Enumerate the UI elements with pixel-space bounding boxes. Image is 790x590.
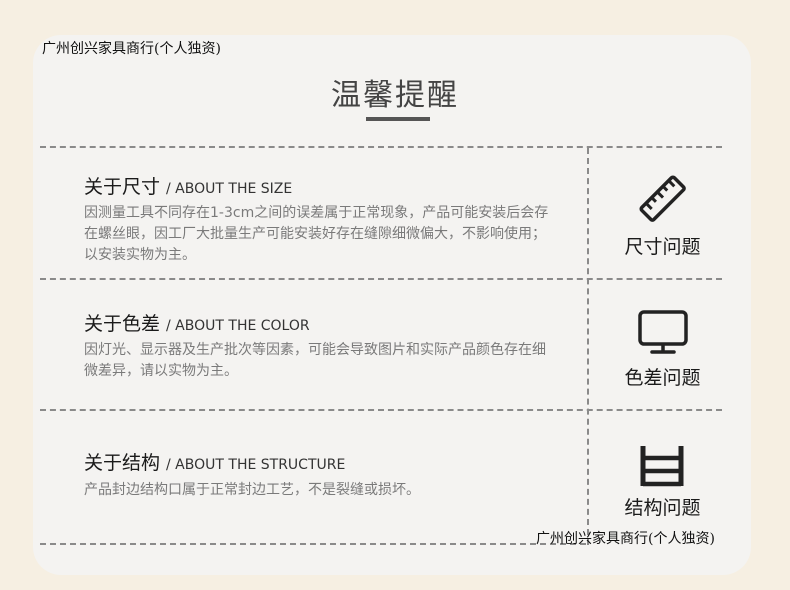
store-watermark-top: 广州创兴家具商行(个人独资) [42,41,221,57]
title-underline [366,117,430,121]
ruler-icon [639,175,686,222]
section-color-heading: 关于色差 / ABOUT THE COLOR [84,309,310,336]
section-color-subtitle: / ABOUT THE COLOR [166,318,310,334]
section-size-title: 关于尺寸 [84,176,161,198]
monitor-icon [638,310,688,354]
divider-vertical [587,148,589,545]
section-structure-title: 关于结构 [84,452,161,474]
section-size-subtitle: / ABOUT THE SIZE [166,181,293,197]
section-size-text: 因测量工具不同存在1-3cm之间的误差属于正常现象，产品可能安装后会存在螺丝眼，… [84,205,549,263]
shelf-structure-icon [640,446,684,487]
section-color-title: 关于色差 [84,313,161,335]
section-structure-subtitle: / ABOUT THE STRUCTURE [166,457,346,473]
section-size-heading: 关于尺寸 / ABOUT THE SIZE [84,172,292,199]
page-title: 温馨提醒 [331,78,459,113]
divider-1 [40,278,722,280]
divider-top [40,146,722,148]
section-color-text: 因灯光、显示器及生产批次等因素，可能会导致图片和实际产品颜色存在细微差异，请以实… [84,342,546,379]
side-label-structure: 结构问题 [624,497,701,519]
side-label-size: 尺寸问题 [624,236,701,258]
divider-2 [40,409,722,411]
section-structure-text: 产品封边结构口属于正常封边工艺，不是裂缝或损坏。 [84,482,420,498]
section-structure-heading: 关于结构 / ABOUT THE STRUCTURE [84,448,345,475]
divider-bottom [40,543,586,545]
side-label-color: 色差问题 [624,367,701,389]
store-watermark-bottom: 广州创兴家具商行(个人独资) [536,531,715,547]
